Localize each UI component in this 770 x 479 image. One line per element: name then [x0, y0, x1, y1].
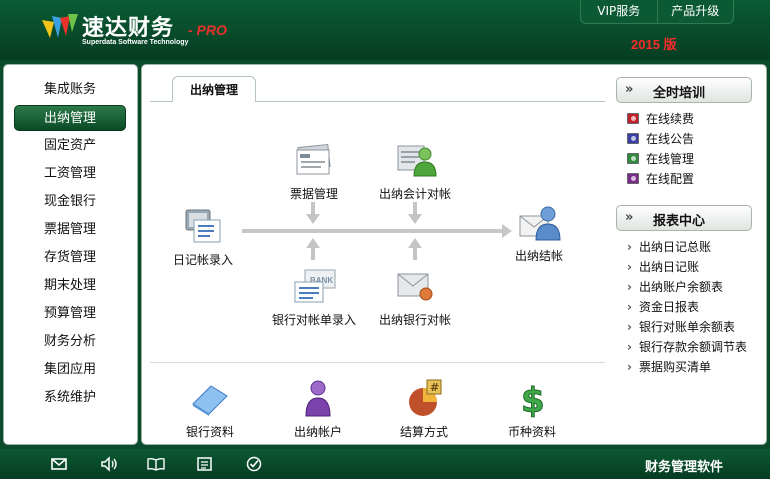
bills-icon: [296, 143, 331, 175]
bank-info-node[interactable]: 银行资料: [178, 378, 242, 440]
sidebar-item-fixed-assets[interactable]: 固定资产: [14, 133, 126, 159]
mail-icon[interactable]: [50, 455, 68, 473]
footer-title: 财务管理软件: [645, 460, 724, 475]
book-icon: [627, 173, 639, 184]
version-label: 2015 版: [631, 37, 677, 52]
diary-entry-node[interactable]: 日记帐录入: [170, 206, 236, 268]
bank-mail-icon: [397, 273, 433, 301]
cashier-bank-reconcile-node[interactable]: 出纳银行对帐: [375, 266, 455, 328]
training-item-renew[interactable]: 在线续费: [627, 110, 694, 127]
top-buttons: VIP服务 产品升级: [580, 0, 734, 24]
sidebar-item-cashier[interactable]: 出纳管理: [14, 105, 126, 131]
user-account-icon: [305, 380, 331, 417]
svg-text:$: $: [521, 381, 545, 418]
training-header[interactable]: » 全时培训: [616, 77, 752, 103]
sidebar-item-group[interactable]: 集团应用: [14, 357, 126, 383]
svg-text:#: #: [430, 381, 439, 394]
check-icon[interactable]: [245, 455, 263, 473]
sidebar-item-cash-bank[interactable]: 现金银行: [14, 189, 126, 215]
book-icon[interactable]: [147, 455, 165, 473]
report-item[interactable]: › 出纳日记账: [627, 258, 699, 275]
diary-ledger-icon: [185, 209, 221, 243]
report-item[interactable]: › 银行对账单余额表: [627, 318, 735, 335]
reports-header[interactable]: » 报表中心: [616, 205, 752, 231]
training-item-notice[interactable]: 在线公告: [627, 130, 694, 147]
sidebar-item-payroll[interactable]: 工资管理: [14, 161, 126, 187]
section-divider: [150, 362, 605, 363]
sidebar-item-ledger[interactable]: 集成账务: [14, 77, 126, 103]
accountant-icon: [397, 145, 437, 177]
chevron-right-icon: ›: [627, 260, 632, 274]
dollar-icon: $: [521, 381, 546, 422]
bill-management-node[interactable]: 票据管理: [282, 140, 346, 202]
sidebar-item-budget[interactable]: 预算管理: [14, 301, 126, 327]
sidebar-item-analysis[interactable]: 财务分析: [14, 329, 126, 355]
speaker-icon[interactable]: [100, 455, 118, 473]
sidebar-item-bills[interactable]: 票据管理: [14, 217, 126, 243]
chevron-right-icon: ›: [627, 240, 632, 254]
settlement-method-node[interactable]: # 结算方式: [392, 378, 456, 440]
chevron-right-icon: ›: [627, 280, 632, 294]
report-item[interactable]: › 票据购买清单: [627, 358, 711, 375]
report-item[interactable]: › 出纳日记总账: [627, 238, 711, 255]
report-item[interactable]: › 资金日报表: [627, 298, 699, 315]
chevron-right-icon: ›: [627, 360, 632, 374]
training-item-config[interactable]: 在线配置: [627, 170, 694, 187]
status-bar: 财务管理软件: [0, 449, 770, 479]
cashier-accounting-reconcile-node[interactable]: 出纳会计对帐: [375, 140, 455, 202]
chevron-right-icon: ›: [627, 320, 632, 334]
currency-info-node[interactable]: $ 币种资料: [500, 378, 564, 440]
app-header: 速达财务 - PRO Superdata Software Technology…: [0, 0, 770, 60]
report-item[interactable]: › 出纳账户余额表: [627, 278, 723, 295]
training-item-manage[interactable]: 在线管理: [627, 150, 694, 167]
pie-chart-icon: #: [409, 379, 442, 416]
book-icon: [627, 133, 639, 144]
cashier-close-node[interactable]: 出纳结帐: [506, 202, 572, 264]
brand-name: 速达财务: [82, 16, 175, 41]
sidebar-item-maintenance[interactable]: 系统维护: [14, 385, 126, 411]
book-icon: [627, 153, 639, 164]
user-mail-icon: [519, 206, 561, 241]
sidebar-item-period-end[interactable]: 期末处理: [14, 273, 126, 299]
sidebar-item-inventory[interactable]: 存货管理: [14, 245, 126, 271]
cashier-account-node[interactable]: 出纳帐户: [286, 378, 350, 440]
folder-icon: [192, 385, 228, 416]
chevron-right-icon: ›: [627, 340, 632, 354]
chevron-right-icon: ›: [627, 300, 632, 314]
tab-cashier[interactable]: 出纳管理: [172, 76, 256, 102]
logo: 速达财务 - PRO Superdata Software Technology: [40, 8, 260, 52]
upgrade-button[interactable]: 产品升级: [656, 0, 734, 23]
bank-statement-icon: BANK: [294, 269, 336, 303]
double-chevron-icon: »: [625, 210, 634, 225]
news-icon[interactable]: [196, 455, 214, 473]
sidebar: 集成账务 出纳管理 固定资产 工资管理 现金银行 票据管理 存货管理 期末处理 …: [3, 64, 138, 445]
report-item[interactable]: › 银行存款余额调节表: [627, 338, 747, 355]
double-chevron-icon: »: [625, 82, 634, 97]
vip-service-button[interactable]: VIP服务: [581, 0, 657, 23]
book-icon: [627, 113, 639, 124]
logo-mark-icon: [42, 14, 78, 38]
brand-subtitle: Superdata Software Technology: [82, 39, 189, 46]
edition-label: - PRO: [188, 22, 227, 38]
bank-statement-entry-node[interactable]: BANK 银行对帐单录入: [268, 266, 360, 328]
